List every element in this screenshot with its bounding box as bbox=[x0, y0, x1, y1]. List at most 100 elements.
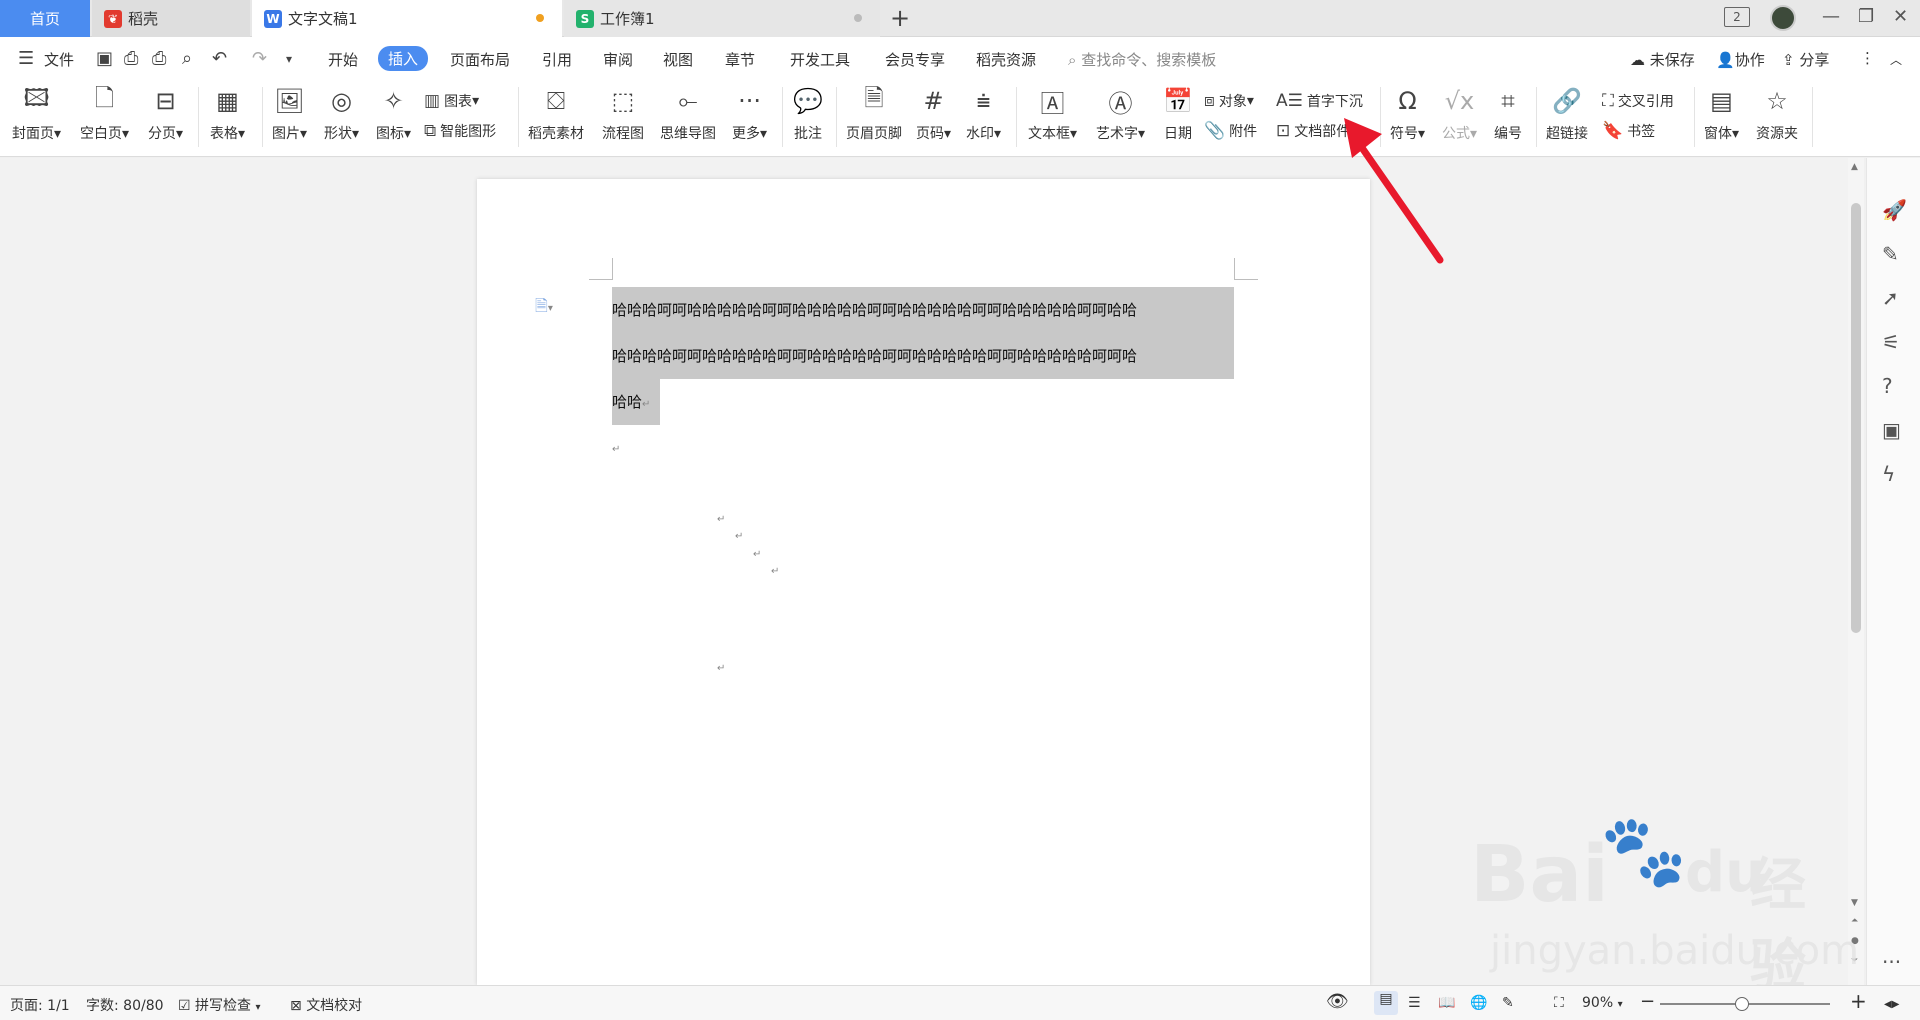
rocket-icon[interactable]: 🚀 bbox=[1882, 198, 1907, 222]
doc-proofread-button[interactable]: ⊠ 文档校对 bbox=[290, 995, 362, 1015]
table-button[interactable]: ▦ 表格▾ bbox=[210, 85, 245, 143]
blank-page-button[interactable]: 🗋 空白页▾ bbox=[80, 84, 129, 143]
collab-button[interactable]: 👤协作 bbox=[1716, 49, 1765, 70]
command-search[interactable]: ⌕ 查找命令、搜索模板 bbox=[1068, 49, 1216, 70]
redo-icon[interactable]: ↷ bbox=[252, 48, 267, 69]
zoom-dropdown[interactable]: 90% ▾ bbox=[1582, 995, 1623, 1011]
header-footer-button[interactable]: 🗎 页眉页脚 bbox=[846, 84, 902, 143]
zoom-in-icon[interactable]: + bbox=[1850, 989, 1867, 1013]
scroll-up-icon[interactable]: ▲ bbox=[1851, 162, 1858, 172]
mindmap-button[interactable]: ⟜ 思维导图 bbox=[660, 85, 716, 143]
watermark-button[interactable]: ⩧ 水印▾ bbox=[966, 85, 1001, 143]
cover-page-button[interactable]: 🖾 封面页▾ bbox=[12, 84, 61, 143]
object-button[interactable]: ⧈ 对象 ▾ bbox=[1204, 91, 1254, 111]
spell-check-button[interactable]: ☑ 拼写检查 ▾ bbox=[178, 995, 261, 1015]
icon-library-button[interactable]: ✧ 图标▾ bbox=[376, 85, 411, 143]
picture-button[interactable]: 🖼 图片▾ bbox=[272, 85, 307, 143]
selected-paragraph[interactable]: 哈哈哈呵呵哈哈哈哈哈呵呵哈哈哈哈哈呵呵哈哈哈哈哈呵呵哈哈哈哈哈呵呵哈哈 哈哈哈哈… bbox=[612, 287, 1234, 443]
export-pdf-icon[interactable]: ⎙ bbox=[124, 48, 138, 69]
scroll-down-icon[interactable]: ▼ bbox=[1851, 898, 1858, 908]
prev-page-icon[interactable]: ⏶ bbox=[1851, 916, 1858, 926]
tab-daoke[interactable]: ❦ 稻壳 bbox=[92, 0, 250, 37]
eye-protection-icon[interactable]: 👁 bbox=[1326, 991, 1349, 1012]
chart-button[interactable]: ▥ 图表 ▾ bbox=[424, 91, 479, 111]
more-options-icon[interactable]: ··· bbox=[1882, 950, 1901, 974]
window-switch-button[interactable]: 2 bbox=[1724, 7, 1750, 27]
restore-icon[interactable]: ❐ bbox=[1858, 6, 1874, 27]
tab-page-layout[interactable]: 页面布局 bbox=[450, 49, 510, 70]
bookmark-button[interactable]: 🔖 书签 bbox=[1602, 121, 1655, 141]
tab-daoke-resources[interactable]: 稻壳资源 bbox=[976, 49, 1036, 70]
flowchart-button[interactable]: ⬚ 流程图 bbox=[602, 85, 644, 143]
tab-references[interactable]: 引用 bbox=[542, 49, 572, 70]
more-button[interactable]: ··· 更多▾ bbox=[732, 85, 767, 143]
tab-start[interactable]: 开始 bbox=[328, 49, 358, 70]
unsaved-status-button[interactable]: ☁ 未保存 bbox=[1630, 49, 1695, 70]
date-button[interactable]: 📅 日期 bbox=[1162, 85, 1194, 143]
zoom-out-icon[interactable]: − bbox=[1640, 991, 1655, 1012]
outline-view-icon[interactable]: ☰ bbox=[1408, 995, 1421, 1011]
form-button[interactable]: ▤ 窗体▾ bbox=[1704, 85, 1739, 143]
more-menu-icon[interactable]: ⋮ bbox=[1860, 49, 1875, 67]
save-icon[interactable]: ▣ bbox=[96, 48, 113, 69]
comment-button[interactable]: 💬 批注 bbox=[792, 85, 824, 143]
fit-page-icon[interactable]: ⛶ bbox=[1554, 995, 1564, 1011]
lightning-icon[interactable]: ϟ bbox=[1882, 462, 1895, 486]
quick-access-dropdown-icon[interactable]: ▾ bbox=[286, 52, 292, 66]
wordart-button[interactable]: Ⓐ 艺术字▾ bbox=[1096, 85, 1145, 143]
avatar[interactable] bbox=[1770, 5, 1796, 31]
hamburger-icon[interactable]: ☰ bbox=[18, 48, 34, 69]
word-count[interactable]: 字数: 80/80 bbox=[86, 995, 164, 1015]
collapse-ribbon-icon[interactable]: ︿ bbox=[1890, 51, 1902, 68]
page-number-button[interactable]: # 页码▾ bbox=[916, 85, 951, 143]
tab-sections[interactable]: 章节 bbox=[725, 49, 755, 70]
numbering-button[interactable]: ⌗ 编号 bbox=[1492, 85, 1524, 143]
menu-file[interactable]: 文件 bbox=[44, 49, 74, 70]
tab-member[interactable]: 会员专享 bbox=[885, 49, 945, 70]
tab-view[interactable]: 视图 bbox=[663, 49, 693, 70]
expand-status-icon[interactable]: ◀▶ bbox=[1884, 999, 1899, 1010]
page-break-button[interactable]: ⊟ 分页▾ bbox=[148, 85, 183, 143]
star-folder-icon: ☆ bbox=[1766, 87, 1788, 115]
material-button[interactable]: ⛋ 稻壳素材 bbox=[528, 85, 584, 143]
document-page[interactable]: 🗎▾ 哈哈哈呵呵哈哈哈哈哈呵呵哈哈哈哈哈呵呵哈哈哈哈哈呵呵哈哈哈哈哈呵呵哈哈 哈… bbox=[477, 179, 1370, 985]
tab-document[interactable]: W 文字文稿1 bbox=[252, 0, 562, 37]
print-icon[interactable]: ⎙ bbox=[152, 48, 166, 69]
tab-insert[interactable]: 插入 bbox=[378, 46, 429, 71]
minimize-icon[interactable]: — bbox=[1822, 6, 1840, 27]
pen-icon[interactable]: ✎ bbox=[1882, 242, 1899, 266]
print-preview-icon[interactable]: ⌕ bbox=[182, 48, 192, 69]
paragraph-layout-icon[interactable]: 🗎▾ bbox=[535, 295, 553, 322]
tab-workbook[interactable]: S 工作簿1 bbox=[564, 0, 880, 37]
hyperlink-button[interactable]: 🔗 超链接 bbox=[1546, 85, 1588, 143]
scrollbar-thumb[interactable] bbox=[1851, 203, 1861, 633]
smartart-button[interactable]: ⧉ 智能图形 bbox=[424, 121, 496, 141]
web-view-icon[interactable]: 🌐 bbox=[1470, 995, 1487, 1011]
cursor-icon[interactable]: ➚ bbox=[1882, 286, 1899, 310]
settings-sliders-icon[interactable]: ⚟ bbox=[1882, 330, 1900, 354]
share-button[interactable]: ⇪ 分享 bbox=[1782, 49, 1829, 70]
zoom-slider-knob[interactable] bbox=[1735, 997, 1749, 1011]
page-view-icon[interactable]: ▤ bbox=[1374, 991, 1398, 1015]
smartart-label: 智能图形 bbox=[440, 124, 497, 140]
resource-folder-button[interactable]: ☆ 资源夹 bbox=[1756, 85, 1798, 143]
shape-button[interactable]: ◎ 形状▾ bbox=[324, 85, 359, 143]
image-tool-icon[interactable]: ▣ bbox=[1882, 418, 1901, 442]
undo-icon[interactable]: ↶ bbox=[212, 48, 227, 69]
help-icon[interactable]: ? bbox=[1882, 374, 1893, 398]
new-tab-button[interactable]: + bbox=[890, 4, 910, 32]
page-indicator[interactable]: 页面: 1/1 bbox=[10, 995, 70, 1015]
tab-home[interactable]: 首页 bbox=[0, 0, 90, 37]
tab-close-dot-icon[interactable] bbox=[854, 14, 862, 22]
reading-view-icon[interactable]: 📖 bbox=[1438, 995, 1455, 1011]
attachment-button[interactable]: 📎 附件 bbox=[1204, 121, 1257, 141]
tab-developer[interactable]: 开发工具 bbox=[790, 49, 850, 70]
search-placeholder: 查找命令、搜索模板 bbox=[1081, 51, 1217, 69]
tab-review[interactable]: 审阅 bbox=[603, 49, 633, 70]
cross-reference-button[interactable]: ⛶ 交叉引用 bbox=[1602, 91, 1674, 111]
write-mode-icon[interactable]: ✎ bbox=[1502, 995, 1514, 1011]
drop-cap-button[interactable]: A☰ 首字下沉 bbox=[1276, 91, 1363, 111]
vertical-scrollbar[interactable]: ▲ ▼ ⏶ ● ⏷ bbox=[1848, 158, 1864, 985]
textbox-button[interactable]: 🄰 文本框▾ bbox=[1028, 85, 1077, 143]
close-icon[interactable]: ✕ bbox=[1893, 6, 1908, 27]
